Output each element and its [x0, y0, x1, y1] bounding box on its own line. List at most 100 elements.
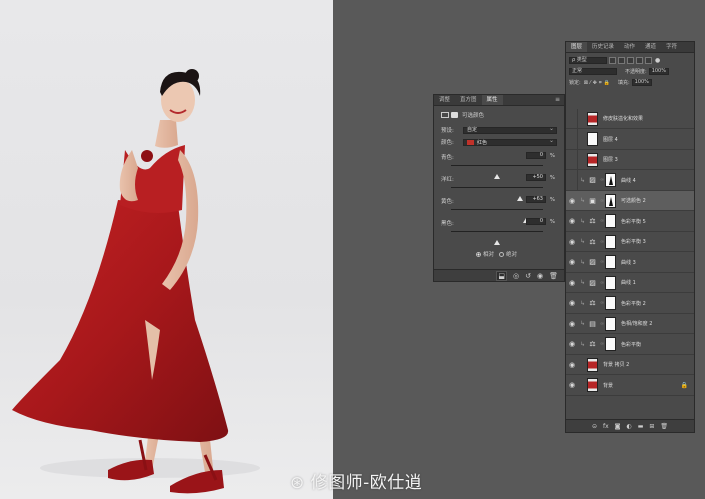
radio-absolute[interactable]: 绝对 — [499, 250, 517, 258]
visibility-eye-icon[interactable]: ◉ — [537, 272, 543, 280]
filter-shape-icon[interactable] — [636, 57, 643, 64]
layer-row[interactable]: ◉ ↳ ⚖ ∞ 色彩平衡 3 — [566, 232, 694, 252]
delete-layer-icon[interactable]: 🗑 — [660, 423, 668, 430]
filter-kind-dropdown[interactable]: ρ 类型 — [569, 57, 607, 64]
slider-cyan-track[interactable] — [451, 165, 543, 179]
layer-name[interactable]: 修皮肤溢化和效果 — [603, 115, 643, 122]
layer-thumbnail[interactable] — [587, 152, 598, 167]
layer-row[interactable]: ◉ ↳ ⚖ ∞ 色彩平衡 5 — [566, 212, 694, 232]
filter-smart-icon[interactable] — [645, 57, 652, 64]
layer-row[interactable]: ↳ ▨ ∞ 曲线 4 — [566, 170, 694, 191]
tab-histogram[interactable]: 直方图 — [455, 95, 482, 105]
curves-adjustment-icon[interactable]: ▨ — [587, 257, 598, 268]
layer-mask-thumbnail[interactable] — [605, 275, 616, 290]
view-previous-icon[interactable]: ◎ — [513, 272, 519, 280]
reset-icon[interactable]: ↺ — [525, 272, 531, 280]
layer-mask-thumbnail[interactable] — [605, 234, 616, 249]
new-group-icon[interactable]: ▬ — [638, 423, 644, 430]
layer-name[interactable]: 可选颜色 2 — [621, 197, 646, 204]
link-layers-icon[interactable]: ⊝ — [592, 423, 597, 430]
visibility-eye-icon[interactable]: ◉ — [566, 279, 578, 287]
blend-mode-dropdown[interactable]: 正常 — [569, 68, 617, 75]
slider-yellow-value[interactable]: +63 — [526, 196, 546, 203]
layer-name[interactable]: 背景 — [603, 382, 613, 389]
layer-row[interactable]: ◉ ↳ ▣ ∞ 可选颜色 2 — [566, 191, 694, 211]
visibility-eye-icon[interactable]: ◉ — [566, 361, 578, 369]
curves-adjustment-icon[interactable]: ▨ — [587, 277, 598, 288]
panel-menu-icon[interactable]: ≡ — [555, 95, 560, 105]
layer-name[interactable]: 色彩平衡 3 — [621, 238, 646, 245]
layer-name[interactable]: 背景 拷贝 2 — [603, 361, 629, 368]
preset-dropdown[interactable]: 自定 — [463, 126, 557, 134]
slider-black-track[interactable] — [451, 231, 543, 245]
tab-properties[interactable]: 属性 — [481, 95, 503, 105]
curves-adjustment-icon[interactable]: ▨ — [587, 175, 598, 186]
layer-thumbnail[interactable] — [587, 132, 598, 146]
layer-name[interactable]: 曲线 4 — [621, 177, 636, 184]
slider-yellow-track[interactable] — [451, 209, 543, 223]
visibility-toggle[interactable] — [566, 170, 578, 190]
tab-channels[interactable]: 通道 — [640, 42, 661, 52]
visibility-eye-icon[interactable]: ◉ — [566, 217, 578, 225]
visibility-eye-icon[interactable]: ◉ — [566, 340, 578, 348]
mask-icon[interactable] — [451, 112, 458, 118]
layer-row[interactable]: ◉ 背景 拷贝 2 — [566, 355, 694, 375]
layer-thumbnail[interactable] — [587, 357, 598, 372]
visibility-eye-icon[interactable]: ◉ — [566, 238, 578, 246]
layer-row[interactable]: ◉ ↳ ⚖ ∞ 色彩平衡 — [566, 335, 694, 355]
clip-to-layer-icon[interactable]: ⬓ — [496, 270, 508, 281]
opacity-input[interactable]: 100% — [648, 68, 669, 75]
layer-row[interactable]: ◉ ↳ ⚖ ∞ 色彩平衡 2 — [566, 294, 694, 314]
new-adjustment-icon[interactable]: ◐ — [626, 423, 631, 430]
selective-adjustment-icon[interactable]: ▣ — [587, 195, 598, 206]
visibility-eye-icon[interactable]: ◉ — [566, 381, 578, 389]
tab-layers[interactable]: 图层 — [566, 42, 588, 52]
slider-magenta-value[interactable]: +50 — [526, 174, 546, 181]
fill-input[interactable]: 100% — [631, 79, 652, 86]
layer-thumbnail[interactable] — [587, 111, 598, 126]
tab-history[interactable]: 历史记录 — [587, 42, 619, 52]
layer-mask-thumbnail[interactable] — [605, 296, 616, 310]
balance-adjustment-icon[interactable]: ⚖ — [587, 216, 598, 227]
slider-black-thumb[interactable] — [494, 240, 500, 245]
layer-name[interactable]: 色相/饱和度 2 — [621, 320, 652, 327]
layer-row[interactable]: ◉ ↳ ▤ ∞ 色相/饱和度 2 — [566, 314, 694, 334]
balance-adjustment-icon[interactable]: ⚖ — [587, 236, 598, 247]
visibility-eye-icon[interactable]: ◉ — [566, 320, 578, 328]
fx-icon[interactable]: fx — [603, 423, 609, 430]
layers-panel[interactable]: 图层 历史记录 动作 通道 字符 ρ 类型 ● 正常 不透明度: 100% 锁定… — [565, 41, 695, 433]
layer-name[interactable]: 色彩平衡 2 — [621, 300, 646, 307]
filter-toggle-icon[interactable]: ● — [655, 57, 660, 64]
photo-canvas[interactable] — [0, 0, 333, 499]
filter-type-icon[interactable] — [627, 57, 634, 64]
slider-cyan[interactable]: 青色: 0 % — [441, 152, 555, 179]
slider-black[interactable]: 黑色: 0 % — [441, 218, 555, 245]
layer-row[interactable]: ◉ ↳ ▨ ∞ 曲线 1 — [566, 273, 694, 293]
lock-options-icon[interactable]: ⊠⁄✥⌗🔒 — [584, 80, 612, 86]
layer-name[interactable]: 色彩平衡 — [621, 341, 641, 348]
visibility-eye-icon[interactable]: ◉ — [566, 197, 578, 205]
tab-actions[interactable]: 动作 — [619, 42, 640, 52]
slider-magenta[interactable]: 洋红: +50 % — [441, 174, 555, 201]
layer-mask-thumbnail[interactable] — [605, 255, 616, 269]
slider-black-value[interactable]: 0 — [526, 218, 546, 225]
layer-thumbnail[interactable] — [587, 378, 598, 392]
layer-mask-thumbnail[interactable] — [605, 337, 616, 351]
tab-adjustments[interactable]: 调整 — [434, 95, 455, 105]
layer-name[interactable]: 色彩平衡 5 — [621, 218, 646, 225]
layer-name[interactable]: 曲线 3 — [621, 259, 636, 266]
tab-character[interactable]: 字符 — [661, 42, 682, 52]
radio-relative[interactable]: 相对 — [476, 250, 494, 258]
layer-mask-thumbnail[interactable] — [605, 193, 616, 208]
visibility-eye-icon[interactable]: ◉ — [566, 258, 578, 266]
filter-pixel-icon[interactable] — [609, 57, 616, 64]
layer-row[interactable]: ◉ ↳ ▨ ∞ 曲线 3 — [566, 253, 694, 273]
properties-panel[interactable]: 调整 直方图 属性 ≡ 可选颜色 预设: 自定 颜色: 红色 青色: 0 % 洋… — [433, 94, 565, 282]
slider-cyan-value[interactable]: 0 — [526, 152, 546, 159]
colors-dropdown[interactable]: 红色 — [463, 138, 557, 146]
filter-adjustment-icon[interactable] — [618, 57, 625, 64]
layer-name[interactable]: 图层 3 — [603, 156, 618, 163]
layer-name[interactable]: 曲线 1 — [621, 279, 636, 286]
slider-yellow[interactable]: 黄色: +63 % — [441, 196, 555, 223]
visibility-toggle[interactable] — [566, 149, 578, 170]
